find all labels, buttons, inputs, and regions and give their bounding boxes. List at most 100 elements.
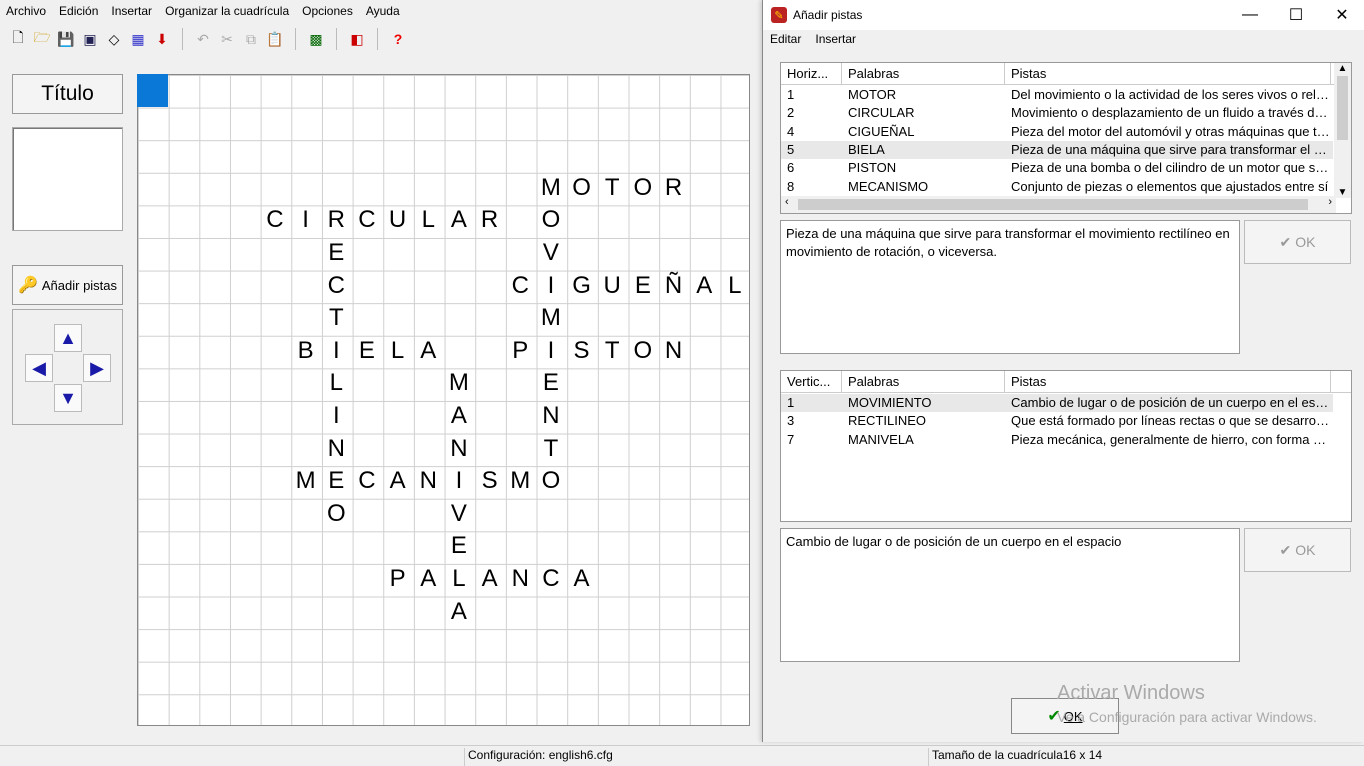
col-header-clues[interactable]: Pistas	[1005, 371, 1331, 393]
copy-icon[interactable]: ⧉	[239, 27, 263, 51]
col-header-number[interactable]: Vertic...	[781, 371, 842, 393]
undo-icon[interactable]: ↶	[191, 27, 215, 51]
grid-letter: R	[664, 173, 683, 201]
grid-letter: M	[295, 467, 316, 495]
scroll-up-icon[interactable]: ▲	[1334, 63, 1351, 74]
maximize-icon[interactable]: ☐	[1273, 0, 1319, 30]
menu-archivo[interactable]: Archivo	[6, 4, 46, 18]
status-grid-size: Tamaño de la cuadrícula16 x 14	[932, 748, 1103, 762]
vertical-scrollbar[interactable]: ▲ ▼	[1334, 63, 1351, 198]
title-button[interactable]: Título	[12, 74, 123, 114]
list-row[interactable]: 7 MANIVELA Pieza mecánica, generalmente de…	[781, 431, 1333, 449]
grid-letter: C	[542, 565, 560, 592]
menu-insertar-dialog[interactable]: Insertar	[815, 32, 856, 50]
menu-opciones[interactable]: Opciones	[302, 4, 353, 18]
grid-letter: I	[547, 336, 555, 364]
horizontal-scrollbar[interactable]: ‹ ›	[781, 196, 1336, 213]
help-icon[interactable]: ?	[386, 27, 410, 51]
menu-insertar[interactable]: Insertar	[111, 4, 152, 18]
grid-letter: N	[664, 336, 683, 364]
cut-icon[interactable]: ✂	[215, 27, 239, 51]
horizontal-clues-list[interactable]: Horiz... Palabras Pistas 1 MOTOR Del movim…	[780, 62, 1352, 214]
grid-letter: C	[266, 206, 284, 234]
grid-letter: V	[450, 499, 467, 527]
export-icon[interactable]: ⬇	[150, 27, 174, 51]
menu-editar[interactable]: Editar	[770, 32, 801, 50]
grid-letter: M	[540, 173, 561, 201]
grid-letter: N	[419, 467, 437, 495]
grid-letter: L	[452, 565, 466, 592]
menu-organizar[interactable]: Organizar la cuadrícula	[165, 4, 289, 18]
row-word: CIRCULAR	[848, 105, 915, 121]
row-number: 3	[787, 413, 795, 429]
menu-ayuda[interactable]: Ayuda	[366, 4, 400, 18]
status-divider	[928, 748, 929, 766]
eraser-icon[interactable]: ◇	[102, 27, 126, 51]
arrow-up-icon[interactable]: ▲	[54, 324, 82, 352]
horizontal-ok-button[interactable]: ✔ OK	[1244, 220, 1351, 264]
row-number: 7	[787, 431, 795, 447]
vertical-clue-editor[interactable]: Cambio de lugar o de posición de un cuer…	[780, 528, 1240, 662]
arrow-right-icon[interactable]: ▶	[83, 354, 111, 382]
close-icon[interactable]: ✕	[1319, 0, 1364, 30]
list-row[interactable]: 2 CIRCULAR Movimiento o desplazamiento de …	[781, 104, 1333, 122]
col-header-words[interactable]: Palabras	[842, 371, 1005, 393]
list-row[interactable]: 6 PISTON Pieza de una bomba o del cilindro…	[781, 159, 1333, 177]
new-icon[interactable]: 🗋	[6, 27, 30, 51]
list-row[interactable]: 5 BIELA Pieza de una máquina que sirve par…	[781, 140, 1333, 159]
dialog-menu: Editar Insertar	[763, 32, 870, 50]
grid-letter: O	[572, 173, 591, 201]
add-clues-button[interactable]: 🔑 Añadir pistas	[12, 265, 123, 305]
dialog-title: Añadir pistas	[793, 8, 863, 22]
menu-edicion[interactable]: Edición	[59, 4, 98, 18]
palette-icon[interactable]: ◧	[345, 27, 369, 51]
save-as-icon[interactable]: ▣	[78, 27, 102, 51]
row-clue: Que está formado por líneas rectas o que…	[1011, 413, 1331, 429]
grid-letter: O	[633, 173, 653, 201]
minimize-icon[interactable]: —	[1227, 0, 1273, 30]
selected-cell[interactable]	[137, 74, 168, 107]
vertical-clues-list[interactable]: Vertic... Palabras Pistas 1 MOVIMIENTO Cam…	[780, 370, 1352, 522]
grid-letter: A	[450, 402, 467, 429]
grid-icon[interactable]: ▩	[304, 27, 328, 51]
ok-label: OK	[1295, 234, 1316, 250]
move-grid-pad: ▲ ◀ ▶ ▼	[12, 309, 123, 425]
list-header: Horiz... Palabras Pistas	[781, 63, 1351, 85]
row-clue: Conjunto de piezas o elementos que ajust…	[1011, 178, 1329, 194]
grid-letter: A	[450, 206, 467, 234]
list-row[interactable]: 8 MECANISMO Conjunto de piezas o elementos…	[781, 178, 1333, 196]
save-icon[interactable]: 💾	[54, 27, 78, 51]
arrow-down-icon[interactable]: ▼	[54, 384, 82, 412]
list-row[interactable]: 4 CIGUEÑAL Pieza del motor del automóvil y…	[781, 123, 1333, 141]
grid-letter: A	[420, 565, 437, 592]
grid-letter: O	[326, 499, 346, 527]
crossword-grid[interactable]	[137, 74, 750, 726]
col-header-number[interactable]: Horiz...	[781, 63, 842, 85]
row-word: BIELA	[848, 141, 885, 157]
list-row[interactable]: 3 RECTILINEO Que está formado por líneas r…	[781, 412, 1333, 430]
paste-icon[interactable]: 📋	[263, 27, 287, 51]
hscroll-thumb[interactable]	[798, 199, 1308, 210]
open-icon[interactable]: 🗁	[30, 27, 54, 51]
grid-letter: I	[455, 467, 463, 495]
horizontal-clue-editor[interactable]: Pieza de una máquina que sirve para tran…	[780, 220, 1240, 354]
row-number: 2	[787, 105, 795, 121]
activate-windows-watermark: Activar Windows	[1057, 682, 1205, 704]
grid-letter: E	[634, 271, 651, 299]
scroll-left-icon[interactable]: ‹	[785, 196, 789, 208]
vertical-ok-button[interactable]: ✔ OK	[1244, 528, 1351, 572]
grid-letter: P	[512, 336, 529, 364]
list-row[interactable]: 1 MOTOR Del movimiento o la actividad de l…	[781, 86, 1333, 104]
scroll-down-icon[interactable]: ▼	[1334, 187, 1351, 198]
arrow-left-icon[interactable]: ◀	[25, 354, 53, 382]
scroll-right-icon[interactable]: ›	[1328, 196, 1332, 208]
scroll-thumb[interactable]	[1337, 76, 1348, 140]
grid-letter: T	[328, 304, 344, 332]
list-row[interactable]: 1 MOVIMIENTO Cambio de lugar o de posición…	[781, 394, 1333, 412]
col-header-words[interactable]: Palabras	[842, 63, 1005, 85]
grid-letter: Ñ	[664, 271, 683, 299]
toolbar-separator	[182, 28, 183, 50]
add-clues-dialog: ✎ Añadir pistas — ☐ ✕ Editar Insertar Ho…	[762, 0, 1364, 742]
col-header-clues[interactable]: Pistas	[1005, 63, 1331, 85]
web-icon[interactable]: ▦	[126, 27, 150, 51]
